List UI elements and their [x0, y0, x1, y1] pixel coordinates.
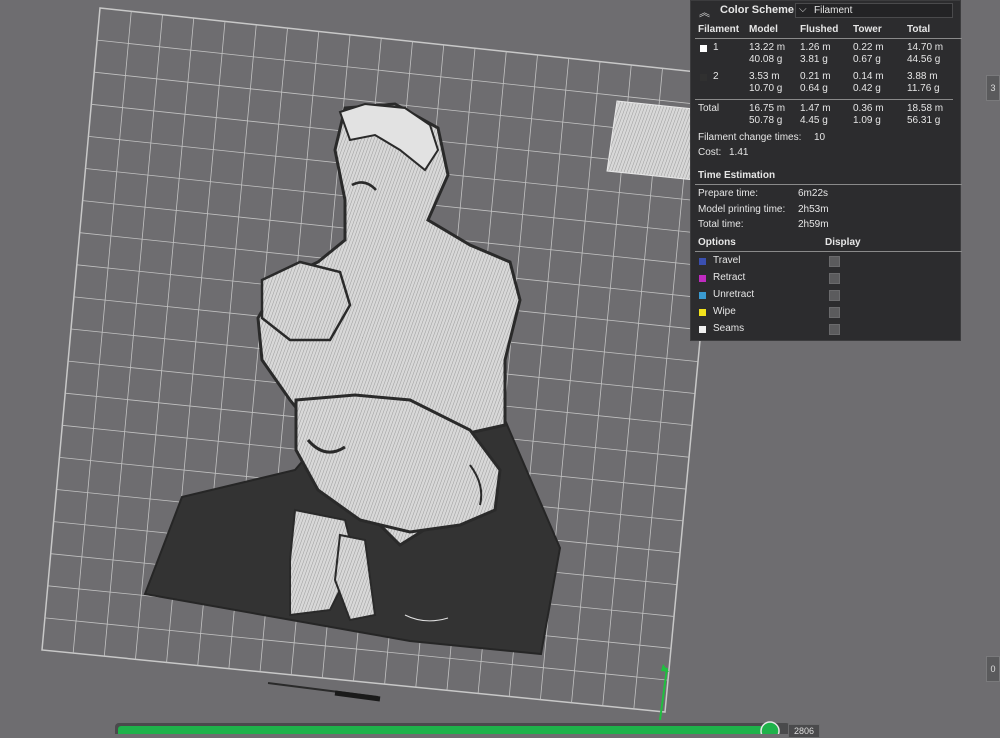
flushed-length: 1.47 m — [800, 103, 831, 114]
change-times-label: Filament change times: — [698, 132, 802, 143]
divider — [695, 38, 962, 39]
prepare-time-value: 6m22s — [798, 188, 829, 199]
collapse-icon[interactable]: ︽ — [699, 4, 710, 20]
prepare-time-label: Prepare time: — [698, 188, 759, 199]
unretract-display-checkbox[interactable] — [829, 290, 840, 301]
divider — [695, 251, 962, 252]
cost-label: Cost: — [698, 147, 722, 158]
flushed-weight: 3.81 g — [800, 54, 828, 65]
model-weight: 40.08 g — [749, 54, 783, 65]
travel-display-checkbox[interactable] — [829, 256, 840, 267]
total-time-value: 2h59m — [798, 219, 829, 230]
total-label: Total — [698, 103, 720, 114]
flushed-weight: 4.45 g — [800, 115, 828, 126]
seams-swatch — [699, 326, 706, 333]
filament-id: 1 — [713, 42, 719, 53]
flushed-length: 0.21 m — [800, 71, 831, 82]
divider — [695, 99, 953, 100]
flushed-length: 1.26 m — [800, 42, 831, 53]
color-scheme-value: Filament — [814, 5, 853, 16]
tower-length: 0.22 m — [853, 42, 884, 53]
seams-display-checkbox[interactable] — [829, 324, 840, 335]
tower-weight: 0.42 g — [853, 83, 881, 94]
total-weight: 11.76 g — [907, 83, 940, 94]
tower-weight: 0.67 g — [853, 54, 881, 65]
wipe-display-checkbox[interactable] — [829, 307, 840, 318]
total-time-label: Total time: — [698, 219, 744, 230]
slider-value: 2806 — [788, 724, 820, 738]
header-flushed: Flushed — [800, 24, 839, 35]
vertical-slider-bottom[interactable]: 0 — [986, 656, 1000, 682]
bed-object — [267, 682, 381, 702]
divider — [695, 184, 962, 185]
legend-header: ︽ Color Scheme ⌵ Filament — [691, 1, 962, 21]
color-scheme-label: Color Scheme — [720, 4, 794, 16]
vertical-slider-top[interactable]: 3 — [986, 75, 1000, 101]
layer-slider[interactable] — [115, 721, 790, 734]
cost-value: 1.41 — [729, 147, 749, 158]
wipe-swatch — [699, 309, 706, 316]
flushed-weight: 0.64 g — [800, 83, 828, 94]
change-times-value: 10 — [814, 132, 826, 143]
travel-swatch — [699, 258, 706, 265]
option-label: Unretract — [713, 289, 755, 300]
tower-weight: 1.09 g — [853, 115, 881, 126]
model-length: 3.53 m — [749, 71, 780, 82]
model-length: 16.75 m — [749, 103, 786, 114]
tower-length: 0.14 m — [853, 71, 884, 82]
options-header: Options — [698, 237, 736, 248]
model-time-value: 2h53m — [798, 204, 829, 215]
total-length: 18.58 m — [907, 103, 944, 114]
total-weight: 56.31 g — [907, 115, 941, 126]
model-weight: 10.70 g — [749, 83, 783, 94]
retract-display-checkbox[interactable] — [829, 273, 840, 284]
header-filament: Filament — [698, 24, 740, 35]
tower-length: 0.36 m — [853, 103, 884, 114]
model-length: 13.22 m — [749, 42, 786, 53]
legend-panel: ︽ Color Scheme ⌵ Filament Filament Model… — [690, 0, 962, 341]
total-weight: 44.56 g — [907, 54, 941, 65]
header-total: Total — [907, 24, 931, 35]
filament-id: 2 — [713, 71, 719, 82]
header-model: Model — [749, 24, 778, 35]
total-length: 3.88 m — [907, 71, 938, 82]
model-weight: 50.78 g — [749, 115, 783, 126]
total-length: 14.70 m — [907, 42, 944, 53]
unretract-swatch — [699, 292, 706, 299]
option-label: Seams — [713, 323, 745, 334]
chevron-down-icon: ⌵ — [799, 4, 807, 15]
slider-thumb[interactable] — [760, 721, 780, 734]
retract-swatch — [699, 275, 706, 282]
filament-swatch — [700, 45, 707, 52]
color-scheme-dropdown[interactable]: ⌵ Filament — [795, 3, 953, 18]
filament-swatch — [700, 74, 707, 81]
option-label: Retract — [713, 272, 746, 283]
model-time-label: Model printing time: — [698, 204, 786, 215]
display-header: Display — [825, 237, 861, 248]
header-tower: Tower — [853, 24, 882, 35]
option-label: Wipe — [713, 306, 736, 317]
time-estimation-title: Time Estimation — [698, 170, 776, 181]
option-label: Travel — [713, 255, 741, 266]
